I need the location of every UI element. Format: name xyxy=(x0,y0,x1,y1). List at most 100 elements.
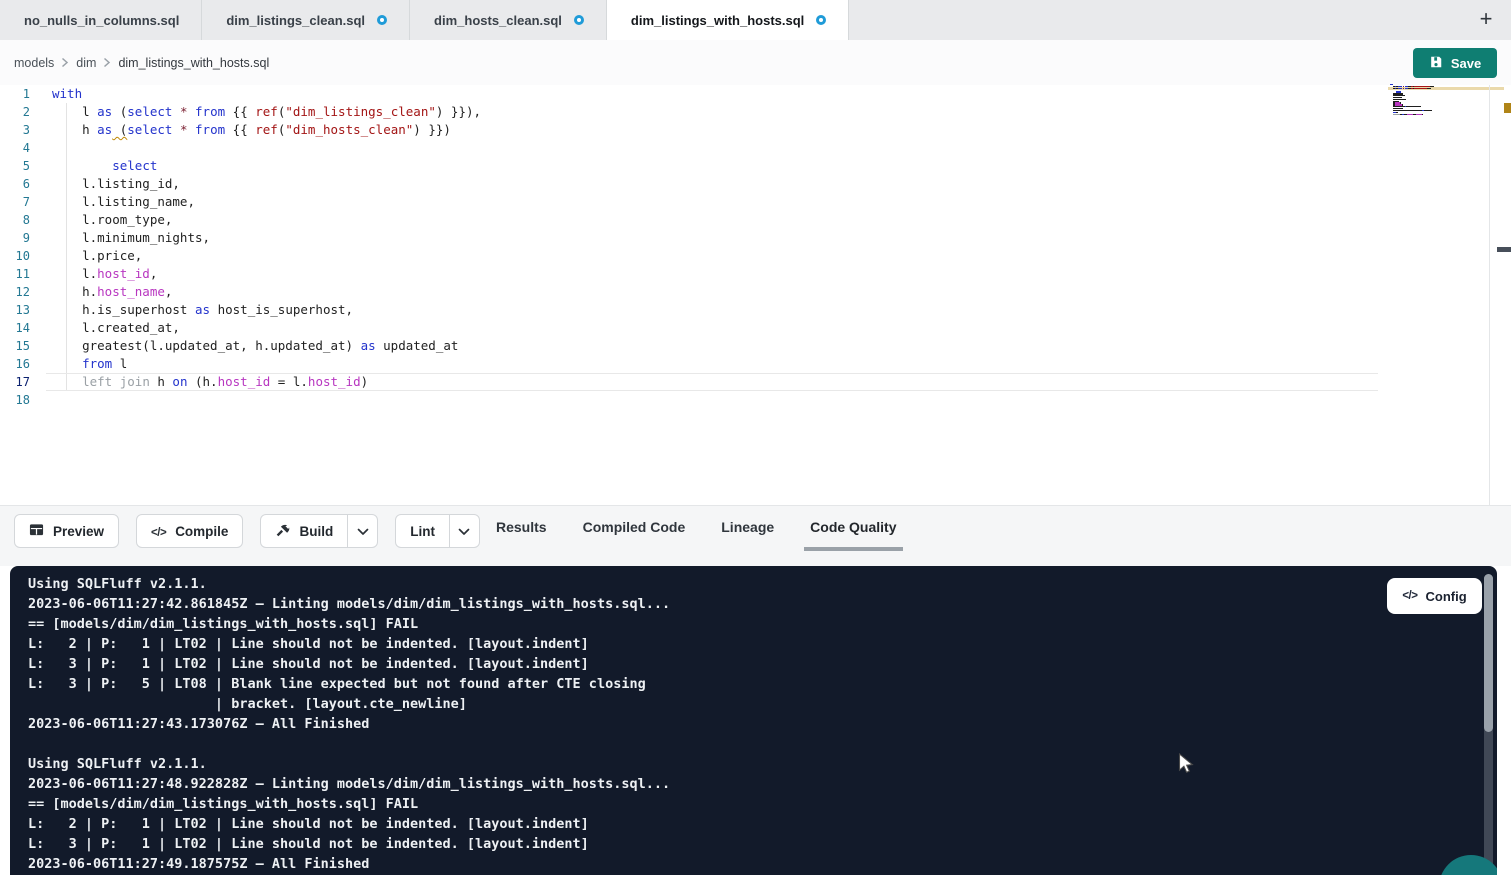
compile-label: Compile xyxy=(175,524,228,539)
file-tab-dim_hosts_clean[interactable]: dim_hosts_clean.sql xyxy=(410,0,607,40)
overview-ruler-cursor-marker xyxy=(1497,247,1511,252)
build-button[interactable]: Build xyxy=(261,515,347,547)
unsaved-indicator-icon xyxy=(377,15,387,25)
lint-label: Lint xyxy=(410,524,435,539)
minimap[interactable] xyxy=(1390,84,1462,117)
code-line[interactable]: 4 xyxy=(0,139,481,157)
line-number: 4 xyxy=(0,139,30,157)
tab-compiled-code[interactable]: Compiled Code xyxy=(577,506,692,551)
tab-lineage[interactable]: Lineage xyxy=(715,506,780,551)
terminal-output: Using SQLFluff v2.1.1.2023-06-06T11:27:4… xyxy=(28,574,670,874)
chevron-right-icon xyxy=(103,57,111,68)
lint-dropdown-button[interactable] xyxy=(449,515,479,547)
code-line[interactable]: 5 select xyxy=(0,157,481,175)
build-dropdown-button[interactable] xyxy=(347,515,377,547)
breadcrumb-segment: dim_listings_with_hosts.sql xyxy=(118,56,269,70)
code-line[interactable]: 1with xyxy=(0,85,481,103)
code-line[interactable]: 17 left join h on (h.host_id = l.host_id… xyxy=(0,373,481,391)
code-icon: </> xyxy=(151,524,166,539)
new-tab-button[interactable]: + xyxy=(1471,4,1501,34)
terminal-line: L: 2 | P: 1 | LT02 | Line should not be … xyxy=(28,634,670,654)
compile-button[interactable]: </> Compile xyxy=(137,515,242,547)
code-editor[interactable]: 1with2 l as (select * from {{ ref("dim_l… xyxy=(0,85,1511,505)
file-tab-dim_listings_clean[interactable]: dim_listings_clean.sql xyxy=(202,0,410,40)
line-number: 18 xyxy=(0,391,30,409)
terminal-scrollbar-thumb[interactable] xyxy=(1484,574,1493,732)
chevron-right-icon xyxy=(61,57,69,68)
line-number: 5 xyxy=(0,157,30,175)
terminal-line: L: 3 | P: 1 | LT02 | Line should not be … xyxy=(28,834,670,854)
chevron-down-icon xyxy=(458,524,470,539)
line-number: 14 xyxy=(0,319,30,337)
lint-terminal[interactable]: Using SQLFluff v2.1.1.2023-06-06T11:27:4… xyxy=(10,566,1497,875)
compile-button-group: </> Compile xyxy=(136,514,243,548)
tab-code-quality[interactable]: Code Quality xyxy=(804,506,902,551)
terminal-line: 2023-06-06T11:27:43.173076Z — All Finish… xyxy=(28,714,670,734)
terminal-line: 2023-06-06T11:27:48.922828Z — Linting mo… xyxy=(28,774,670,794)
line-number: 9 xyxy=(0,229,30,247)
subheader: models dim dim_listings_with_hosts.sql Sav… xyxy=(0,40,1511,85)
line-number: 15 xyxy=(0,337,30,355)
line-number: 12 xyxy=(0,283,30,301)
file-tab-dim_listings_with_hosts[interactable]: dim_listings_with_hosts.sql xyxy=(607,0,849,40)
hammer-icon xyxy=(275,522,290,540)
code-line[interactable]: 9 l.minimum_nights, xyxy=(0,229,481,247)
plus-icon: + xyxy=(1480,6,1493,32)
preview-label: Preview xyxy=(53,524,104,539)
breadcrumb-segment: models xyxy=(14,56,54,70)
line-number: 16 xyxy=(0,355,30,373)
terminal-line: == [models/dim/dim_listings_with_hosts.s… xyxy=(28,614,670,634)
terminal-line: L: 3 | P: 5 | LT08 | Blank line expected… xyxy=(28,674,670,694)
terminal-line: 2023-06-06T11:27:42.861845Z — Linting mo… xyxy=(28,594,670,614)
overview-ruler-warning-marker xyxy=(1504,103,1511,113)
tab-results[interactable]: Results xyxy=(490,506,553,551)
lint-button-group: Lint xyxy=(395,514,480,548)
terminal-line: L: 3 | P: 1 | LT02 | Line should not be … xyxy=(28,654,670,674)
config-code-icon: </> xyxy=(1402,590,1417,602)
config-label: Config xyxy=(1425,589,1466,604)
build-label: Build xyxy=(299,524,333,539)
terminal-line: Using SQLFluff v2.1.1. xyxy=(28,574,670,594)
line-number: 17 xyxy=(0,373,30,391)
build-button-group: Build xyxy=(260,514,378,548)
preview-button[interactable]: Preview xyxy=(15,515,118,547)
code-line[interactable]: 14 l.created_at, xyxy=(0,319,481,337)
code-line[interactable]: 6 l.listing_id, xyxy=(0,175,481,193)
config-button[interactable]: </> Config xyxy=(1387,578,1482,614)
terminal-line: L: 2 | P: 1 | LT02 | Line should not be … xyxy=(28,814,670,834)
dbt-cloud-ide: no_nulls_in_columns.sqldim_listings_clea… xyxy=(0,0,1511,875)
code-line[interactable]: 13 h.is_superhost as host_is_superhost, xyxy=(0,301,481,319)
unsaved-indicator-icon xyxy=(574,15,584,25)
line-number: 10 xyxy=(0,247,30,265)
code-line[interactable]: 16 from l xyxy=(0,355,481,373)
chevron-down-icon xyxy=(357,524,369,539)
save-button[interactable]: Save xyxy=(1413,48,1497,78)
code-line[interactable]: 10 l.price, xyxy=(0,247,481,265)
preview-button-group: Preview xyxy=(14,514,119,548)
terminal-line: 2023-06-06T11:27:49.187575Z — All Finish… xyxy=(28,854,670,874)
code-line[interactable]: 8 l.room_type, xyxy=(0,211,481,229)
table-grid-icon xyxy=(29,522,44,540)
save-label: Save xyxy=(1451,56,1481,71)
terminal-line xyxy=(28,734,670,754)
code-line[interactable]: 12 h.host_name, xyxy=(0,283,481,301)
toolbar-buttons: Preview </> Compile Build Lint xyxy=(14,514,497,548)
breadcrumb-segment: dim xyxy=(76,56,96,70)
code-line[interactable]: 11 l.host_id, xyxy=(0,265,481,283)
line-number: 11 xyxy=(0,265,30,283)
line-number: 7 xyxy=(0,193,30,211)
result-tabs: Results Compiled Code Lineage Code Quality xyxy=(490,506,903,551)
code-line[interactable]: 2 l as (select * from {{ ref("dim_listin… xyxy=(0,103,481,121)
code-line[interactable]: 7 l.listing_name, xyxy=(0,193,481,211)
line-number: 13 xyxy=(0,301,30,319)
lint-button[interactable]: Lint xyxy=(396,515,449,547)
terminal-line: | bracket. [layout.cte_newline] xyxy=(28,694,670,714)
bottom-toolbar: Preview </> Compile Build Lint Results Compil… xyxy=(0,505,1511,566)
editor-right-border xyxy=(1489,85,1490,505)
line-number: 8 xyxy=(0,211,30,229)
code-line[interactable]: 3 h as (select * from {{ ref("dim_hosts_… xyxy=(0,121,481,139)
file-tab-no_nulls_in_columns[interactable]: no_nulls_in_columns.sql xyxy=(0,0,202,40)
save-floppy-icon xyxy=(1429,55,1443,72)
code-line[interactable]: 15 greatest(l.updated_at, h.updated_at) … xyxy=(0,337,481,355)
code-line[interactable]: 18 xyxy=(0,391,481,409)
